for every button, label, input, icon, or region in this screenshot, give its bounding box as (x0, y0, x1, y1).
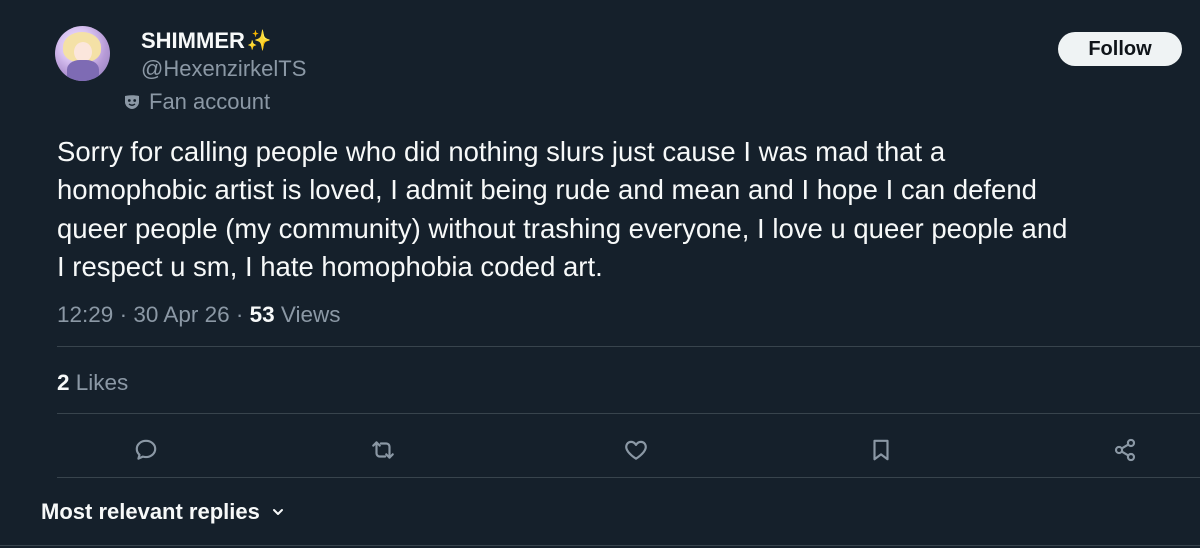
tweet-meta: 12:29 · 30 Apr 26 · 53 Views (57, 302, 341, 328)
retweet-icon[interactable] (370, 437, 396, 463)
likes-count: 2 (57, 370, 70, 395)
views-count: 53 (249, 302, 275, 327)
tweet-time[interactable]: 12:29 (57, 302, 113, 327)
bookmark-icon[interactable] (868, 437, 894, 463)
meta-separator: · (229, 302, 250, 327)
likes-label: Likes (69, 370, 129, 395)
mask-icon (123, 93, 141, 111)
account-label-text: Fan account (149, 89, 271, 114)
follow-button[interactable]: Follow (1058, 32, 1182, 66)
divider (57, 477, 1200, 478)
tweet-line: homophobic artist is loved, I admit bein… (57, 174, 1037, 206)
like-icon[interactable] (623, 437, 649, 463)
reply-sort-label: Most relevant replies (41, 499, 260, 524)
author-handle[interactable]: @HexenzirkelTS (141, 56, 306, 82)
divider (0, 545, 1200, 546)
avatar[interactable] (55, 26, 110, 81)
author-name-row[interactable]: SHIMMER ✨ (141, 28, 272, 54)
tweet-line: queer people (my community) without tras… (57, 212, 1068, 244)
sparkles-emoji: ✨ (246, 30, 272, 52)
tweet-line: I respect u sm, I hate homophobia coded … (57, 250, 603, 282)
tweet-line: Sorry for calling people who did nothing… (57, 136, 946, 167)
avatar-face (74, 42, 92, 62)
meta-separator: · (113, 302, 134, 327)
tweet-date[interactable]: 30 Apr 26 (133, 302, 229, 327)
likes-link[interactable]: 2 Likes (57, 370, 128, 396)
views-label: Views (274, 302, 341, 327)
share-icon[interactable] (1112, 437, 1138, 463)
divider (57, 413, 1200, 414)
tweet-text: Sorry for calling people who did nothing… (57, 133, 1200, 286)
divider (57, 346, 1200, 347)
reply-icon[interactable] (133, 437, 159, 463)
reply-sort-dropdown[interactable]: Most relevant replies (41, 499, 286, 525)
account-label: Fan account (123, 89, 270, 115)
avatar-body (67, 60, 99, 81)
display-name[interactable]: SHIMMER (141, 28, 245, 54)
chevron-down-icon (270, 504, 286, 520)
